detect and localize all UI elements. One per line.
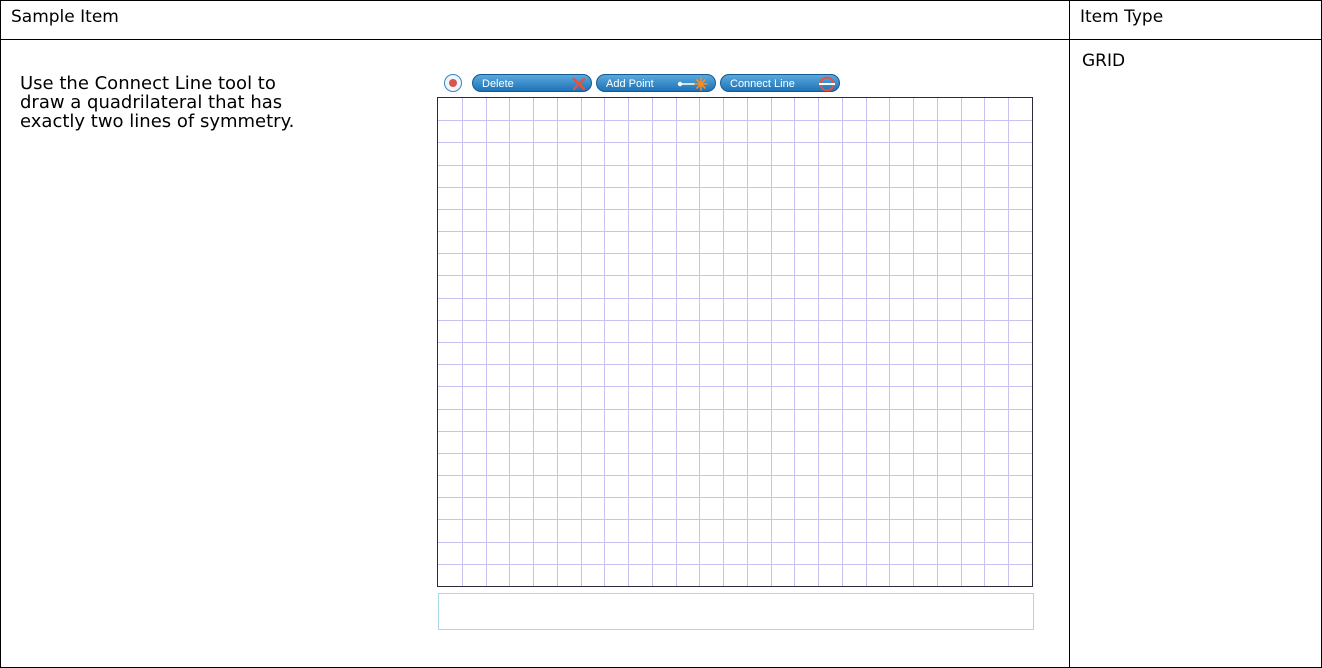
header-sample-item: Sample Item	[11, 7, 119, 27]
column-divider	[1069, 1, 1070, 667]
point-star-icon	[677, 77, 708, 91]
reset-icon[interactable]	[444, 74, 462, 92]
x-icon	[572, 77, 586, 91]
grid-lines	[438, 98, 1032, 586]
header-item-type: Item Type	[1080, 7, 1164, 27]
prompt-line: exactly two lines of symmetry.	[20, 111, 295, 132]
prompt-line: Use the Connect Line tool to	[20, 73, 276, 94]
add-point-button[interactable]: Add Point	[596, 74, 716, 92]
connect-line-button[interactable]: Connect Line	[720, 74, 840, 92]
delete-button-label: Delete	[482, 78, 514, 90]
item-type-value: GRID	[1082, 51, 1126, 71]
answer-field[interactable]	[438, 593, 1034, 630]
question-prompt: Use the Connect Line tool to draw a quad…	[20, 74, 410, 131]
delete-button[interactable]: Delete	[472, 74, 592, 92]
prompt-line: draw a quadrilateral that has	[20, 92, 283, 113]
connect-line-icon	[819, 76, 835, 92]
drawing-grid[interactable]	[437, 97, 1033, 587]
header-divider	[1, 39, 1321, 40]
connect-line-button-label: Connect Line	[730, 78, 795, 90]
add-point-button-label: Add Point	[606, 78, 654, 90]
